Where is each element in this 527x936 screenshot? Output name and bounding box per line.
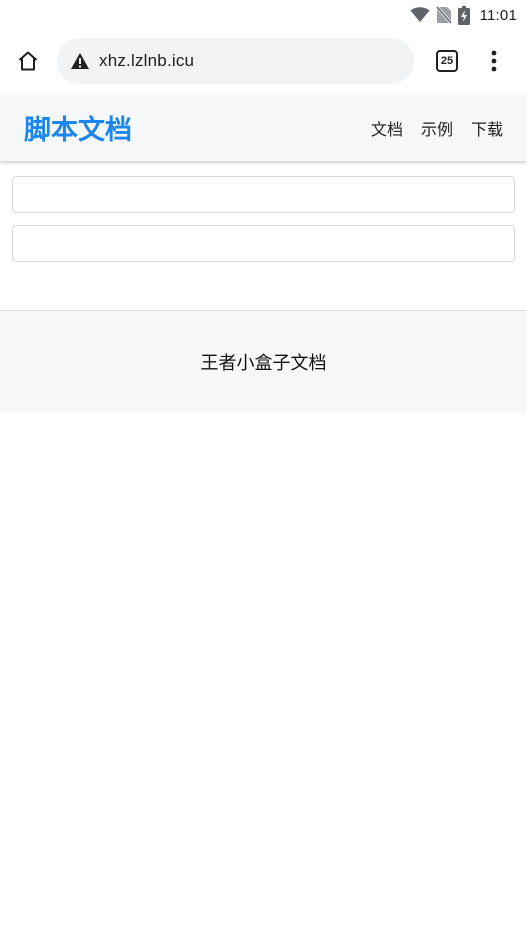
status-time: 11:01	[479, 6, 517, 24]
nav-examples[interactable]: 示例	[421, 116, 453, 140]
nav-download[interactable]: 下载	[471, 116, 503, 140]
not-secure-warning-icon[interactable]	[70, 52, 90, 70]
browser-toolbar: xhz.lzlnb.icu 25	[0, 30, 527, 92]
site-brand[interactable]: 脚本文档	[24, 108, 132, 147]
tab-count: 25	[440, 55, 454, 67]
battery-charging-icon	[457, 5, 470, 25]
text-field-2[interactable]	[12, 225, 515, 262]
text-field-1[interactable]	[12, 176, 515, 213]
url-text[interactable]: xhz.lzlnb.icu	[99, 51, 194, 71]
nav-docs[interactable]: 文档	[371, 116, 403, 140]
home-button[interactable]	[12, 45, 44, 77]
status-bar: 11:01	[0, 0, 527, 30]
site-footer: 王者小盒子文档	[0, 310, 527, 413]
wifi-icon	[410, 7, 430, 23]
address-bar[interactable]: xhz.lzlnb.icu	[57, 38, 414, 84]
more-vert-icon	[491, 50, 497, 72]
site-header: 脚本文档 文档 示例 下载	[0, 94, 527, 161]
footer-text: 王者小盒子文档	[200, 353, 327, 374]
site-nav: 文档 示例 下载	[371, 116, 503, 140]
menu-button[interactable]	[482, 47, 506, 75]
no-sim-icon	[435, 6, 452, 24]
home-icon	[18, 51, 38, 71]
tab-switcher-button[interactable]: 25	[436, 50, 458, 72]
